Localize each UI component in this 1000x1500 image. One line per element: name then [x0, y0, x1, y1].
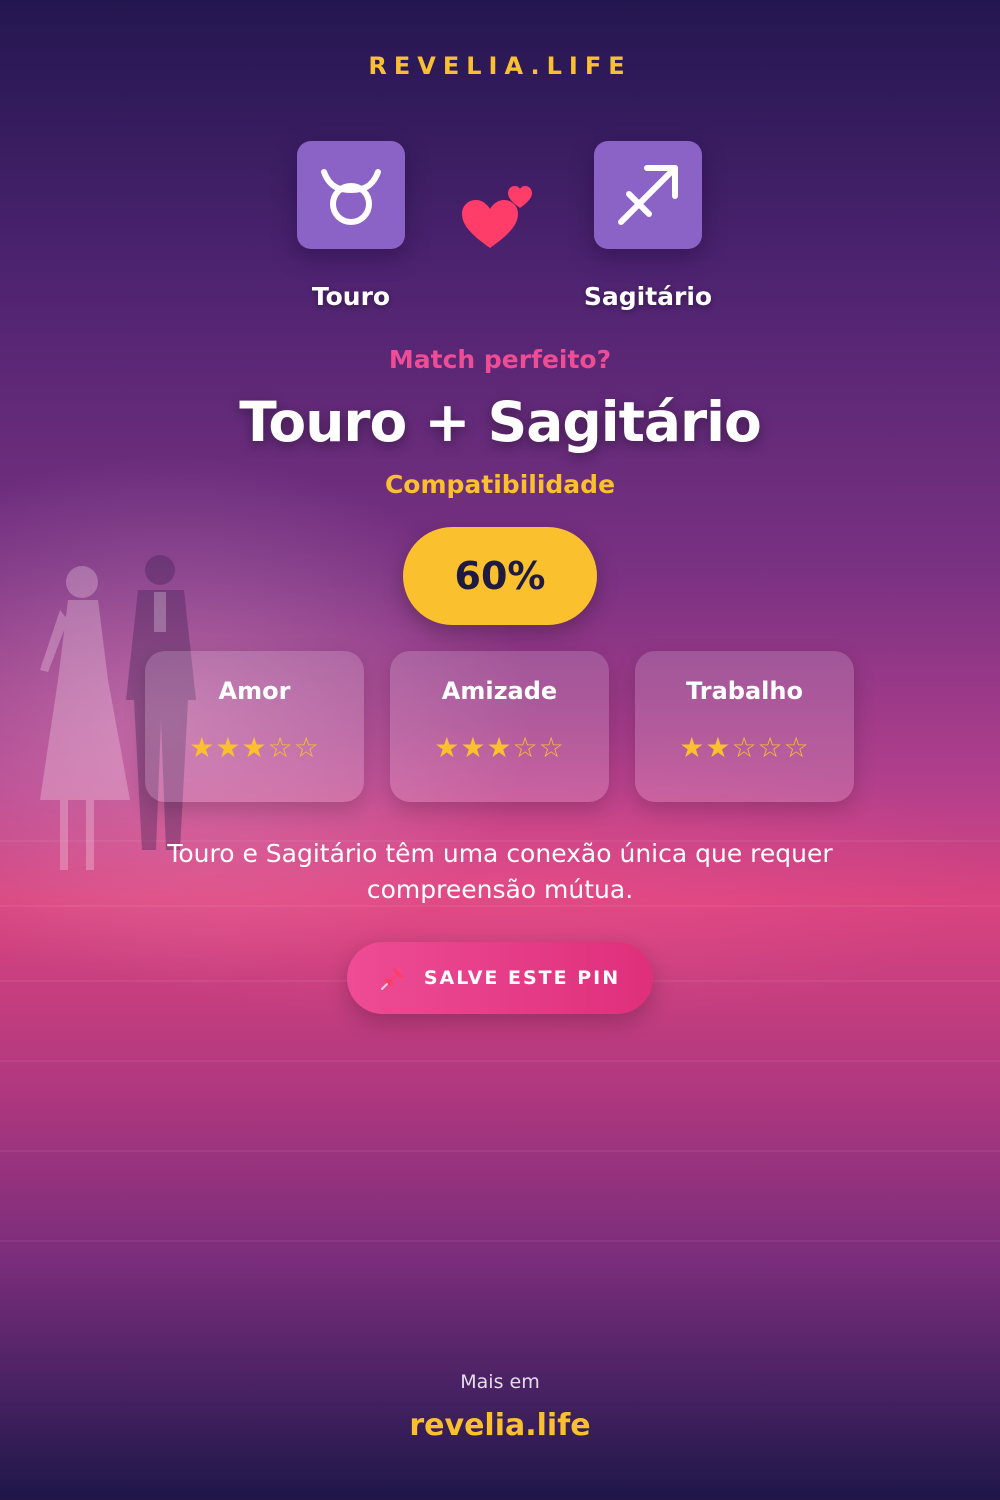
hearts-icon: [462, 186, 532, 248]
sagittarius-icon: [618, 165, 678, 225]
rating-card-trabalho: Trabalho ★★☆☆☆: [635, 651, 854, 802]
compatibility-description: Touro e Sagitário têm uma conexão única …: [167, 839, 833, 904]
star-rating: ★★★☆☆: [189, 731, 320, 764]
pushpin-icon: [380, 967, 404, 990]
compatibility-percentage-badge: 60%: [403, 527, 597, 625]
rating-card-label: Amor: [218, 677, 291, 705]
page-title: Touro + Sagitário: [239, 390, 762, 454]
sign-name-taurus: Touro: [311, 282, 391, 311]
sign-name-sagittarius: Sagitário: [583, 282, 713, 311]
taurus-icon: [321, 169, 381, 225]
footer-more-text: Mais em: [460, 1371, 540, 1393]
rating-card-amizade: Amizade ★★★☆☆: [390, 651, 609, 802]
rating-card-label: Amizade: [441, 677, 558, 705]
match-question: Match perfeito?: [388, 345, 612, 374]
rating-card-label: Trabalho: [686, 677, 803, 705]
save-pin-button[interactable]: SALVE ESTE PIN: [347, 942, 653, 1014]
sagittarius-sign-card: [594, 141, 702, 249]
star-rating: ★★☆☆☆: [679, 731, 810, 764]
star-rating: ★★★☆☆: [434, 731, 565, 764]
taurus-sign-card: [297, 141, 405, 249]
compatibility-subtitle: Compatibilidade: [384, 470, 616, 499]
save-pin-label: SALVE ESTE PIN: [423, 967, 621, 989]
brand-logo-text: REVELIA.LIFE: [368, 52, 632, 80]
footer-site-link[interactable]: revelia.life: [0, 1408, 1000, 1443]
rating-card-amor: Amor ★★★☆☆: [145, 651, 364, 802]
